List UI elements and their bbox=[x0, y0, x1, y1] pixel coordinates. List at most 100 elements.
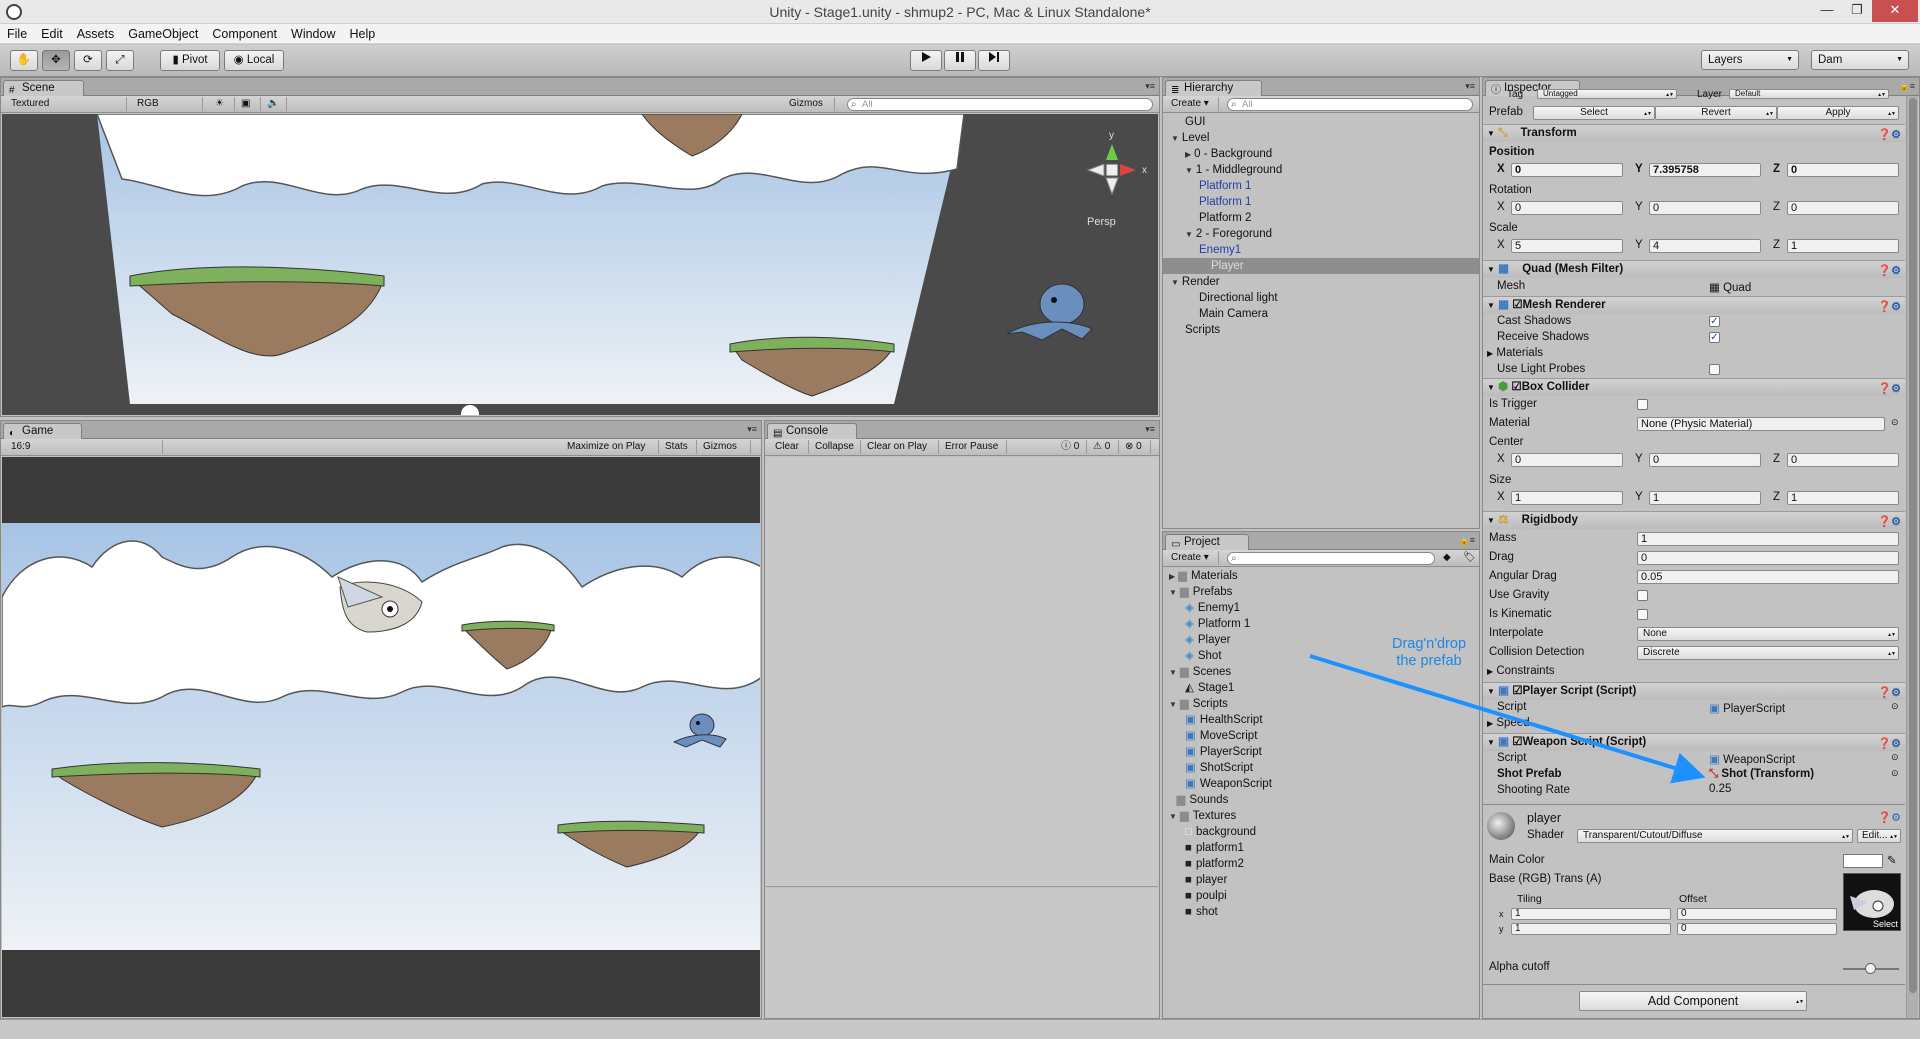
project-item[interactable]: ▼ ▆ Textures bbox=[1169, 808, 1236, 824]
project-item[interactable]: ▣ ShotScript bbox=[1185, 760, 1253, 776]
prefab-apply-button[interactable]: Apply bbox=[1777, 106, 1899, 120]
console-clear-on-play-toggle[interactable]: Clear on Play bbox=[863, 440, 939, 454]
drag-field[interactable]: 0 bbox=[1637, 551, 1899, 565]
project-item[interactable]: ▣ WeaponScript bbox=[1185, 776, 1272, 792]
stats-toggle[interactable]: Stats bbox=[661, 440, 697, 454]
inspector-scroll-thumb[interactable] bbox=[1909, 98, 1917, 993]
mesh-renderer-help-icon[interactable]: ❓⚙ bbox=[1877, 299, 1901, 316]
hierarchy-item[interactable]: GUI bbox=[1171, 114, 1205, 130]
image-toggle-icon[interactable]: ▣ bbox=[237, 97, 261, 111]
rotation-x-field[interactable]: 0 bbox=[1511, 201, 1623, 215]
rigidbody-help-icon[interactable]: ❓⚙ bbox=[1877, 514, 1901, 531]
offset-y-field[interactable]: 0 bbox=[1677, 923, 1837, 935]
position-y-field[interactable]: 7.395758 bbox=[1649, 163, 1761, 177]
local-toggle[interactable]: ◉ Local bbox=[224, 50, 284, 71]
tab-game[interactable]: ◐ Game bbox=[3, 423, 83, 439]
light-probes-checkbox[interactable] bbox=[1709, 364, 1720, 375]
foldout-expanded-icon[interactable]: ▼ bbox=[1169, 588, 1177, 597]
hierarchy-item[interactable]: Player bbox=[1163, 258, 1479, 274]
game-gizmos-dropdown[interactable]: Gizmos bbox=[699, 440, 751, 454]
tab-project[interactable]: ▭ Project bbox=[1165, 534, 1249, 550]
inspector-lock-icon[interactable]: 🔒≡ bbox=[1899, 81, 1915, 92]
tiling-y-field[interactable]: 1 bbox=[1511, 923, 1671, 935]
project-item[interactable]: ■ platform1 bbox=[1185, 840, 1244, 856]
project-item[interactable]: ■ shot bbox=[1185, 904, 1218, 920]
tab-console[interactable]: ▤ Console bbox=[767, 423, 858, 439]
console-info-filter[interactable]: ⓘ 0 bbox=[1057, 440, 1087, 454]
cast-shadows-checkbox[interactable]: ✓ bbox=[1709, 316, 1720, 327]
gizmos-dropdown[interactable]: Gizmos bbox=[785, 97, 835, 111]
texture-slot[interactable]: Select bbox=[1843, 873, 1901, 931]
materials-foldout[interactable]: ▶ Materials bbox=[1487, 347, 1543, 359]
project-item[interactable]: ■ platform2 bbox=[1185, 856, 1244, 872]
scale-tool-icon[interactable]: ⤢ bbox=[106, 50, 134, 71]
minimize-icon[interactable]: — bbox=[1812, 0, 1842, 22]
hierarchy-item[interactable]: ▼ Render bbox=[1171, 274, 1220, 290]
maximize-on-play-toggle[interactable]: Maximize on Play bbox=[563, 440, 659, 454]
mesh-filter-header[interactable]: ▼ ▦ Quad (Mesh Filter) ❓⚙ bbox=[1483, 260, 1905, 278]
shot-prefab-field[interactable]: ⤡ Shot (Transform) bbox=[1709, 768, 1814, 781]
tiling-x-field[interactable]: 1 bbox=[1511, 908, 1671, 920]
collision-detection-dropdown[interactable]: Discrete bbox=[1637, 646, 1899, 660]
menu-component[interactable]: Component bbox=[205, 24, 284, 44]
project-panel-menu-icon[interactable]: 🔒≡ bbox=[1459, 535, 1475, 546]
prefab-select-button[interactable]: Select bbox=[1533, 106, 1655, 120]
console-error-filter[interactable]: ⊗ 0 bbox=[1121, 440, 1151, 454]
mass-field[interactable]: 1 bbox=[1637, 532, 1899, 546]
box-collider-help-icon[interactable]: ❓⚙ bbox=[1877, 381, 1901, 398]
offset-x-field[interactable]: 0 bbox=[1677, 908, 1837, 920]
use-gravity-checkbox[interactable] bbox=[1637, 590, 1648, 601]
project-item[interactable]: ▆ Sounds bbox=[1169, 792, 1228, 808]
player-script-enabled-checkbox[interactable]: ☑ bbox=[1512, 685, 1522, 697]
player-script-header[interactable]: ▼ ▣ ☑Player Script (Script) ❓⚙ bbox=[1483, 682, 1905, 700]
project-item[interactable]: □ background bbox=[1185, 824, 1256, 840]
hand-tool-icon[interactable]: ✋ bbox=[10, 50, 38, 71]
project-item[interactable]: ◈ Platform 1 bbox=[1185, 616, 1250, 632]
box-collider-header[interactable]: ▼ ⬢ ☑Box Collider ❓⚙ bbox=[1483, 378, 1905, 396]
mesh-renderer-enabled-checkbox[interactable]: ☑ bbox=[1512, 299, 1522, 311]
is-kinematic-checkbox[interactable] bbox=[1637, 609, 1648, 620]
foldout-expanded-icon[interactable]: ▼ bbox=[1185, 166, 1193, 175]
tab-hierarchy[interactable]: ≣ Hierarchy bbox=[1165, 80, 1263, 96]
rotate-tool-icon[interactable]: ⟳ bbox=[74, 50, 102, 71]
shot-prefab-picker-icon[interactable]: ⊙ bbox=[1891, 768, 1899, 779]
layers-dropdown[interactable]: Layers bbox=[1701, 50, 1799, 70]
shading-mode-dropdown[interactable]: Textured bbox=[7, 97, 127, 111]
hierarchy-search-input[interactable]: All bbox=[1227, 98, 1473, 111]
project-item[interactable]: ■ player bbox=[1185, 872, 1227, 888]
hierarchy-item[interactable]: Directional light bbox=[1185, 290, 1278, 306]
shader-edit-button[interactable]: Edit... bbox=[1857, 829, 1901, 843]
weapon-script-help-icon[interactable]: ❓⚙ bbox=[1877, 736, 1901, 753]
size-y-field[interactable]: 1 bbox=[1649, 491, 1761, 505]
component-help-icon[interactable]: ❓⚙ bbox=[1877, 127, 1901, 144]
foldout-expanded-icon[interactable]: ▼ bbox=[1169, 668, 1177, 677]
weapon-script-picker-icon[interactable]: ⊙ bbox=[1891, 752, 1899, 763]
project-item[interactable]: ▣ HealthScript bbox=[1185, 712, 1263, 728]
speed-foldout[interactable]: ▶ Speed bbox=[1487, 717, 1530, 729]
foldout-collapsed-icon[interactable]: ▶ bbox=[1169, 572, 1175, 581]
tag-dropdown[interactable]: Untagged bbox=[1537, 89, 1677, 99]
project-item[interactable]: ◈ Shot bbox=[1185, 648, 1222, 664]
hierarchy-item[interactable]: ▼ 1 - Middleground bbox=[1185, 162, 1282, 178]
constraints-foldout[interactable]: ▶ Constraints bbox=[1487, 665, 1555, 677]
weapon-script-header[interactable]: ▼ ▣ ☑Weapon Script (Script) ❓⚙ bbox=[1483, 733, 1905, 751]
rigidbody-header[interactable]: ▼ ⚖ Rigidbody ❓⚙ bbox=[1483, 511, 1905, 529]
foldout-collapsed-icon[interactable] bbox=[1169, 796, 1173, 805]
hierarchy-item[interactable]: ▼ 2 - Foregorund bbox=[1185, 226, 1272, 242]
panel-menu-icon[interactable]: ▾≡ bbox=[1145, 81, 1155, 92]
filter-label-icon[interactable]: 🏷 bbox=[1459, 551, 1477, 565]
weapon-script-enabled-checkbox[interactable]: ☑ bbox=[1512, 736, 1522, 748]
layout-dropdown[interactable]: Dam bbox=[1811, 50, 1909, 70]
hierarchy-item[interactable]: Platform 1 bbox=[1199, 178, 1251, 194]
foldout-expanded-icon[interactable]: ▼ bbox=[1171, 278, 1179, 287]
angular-drag-field[interactable]: 0.05 bbox=[1637, 570, 1899, 584]
is-trigger-checkbox[interactable] bbox=[1637, 399, 1648, 410]
material-help-icon[interactable]: ❓⚙ bbox=[1877, 811, 1901, 824]
pivot-toggle[interactable]: ▮ Pivot bbox=[160, 50, 220, 71]
mesh-value[interactable]: ▦ Quad bbox=[1709, 280, 1751, 294]
game-viewport[interactable] bbox=[2, 457, 760, 1017]
menu-help[interactable]: Help bbox=[342, 24, 382, 44]
project-item[interactable]: ▣ PlayerScript bbox=[1185, 744, 1262, 760]
menu-assets[interactable]: Assets bbox=[70, 24, 122, 44]
collider-material-picker-icon[interactable]: ⊙ bbox=[1891, 417, 1899, 428]
